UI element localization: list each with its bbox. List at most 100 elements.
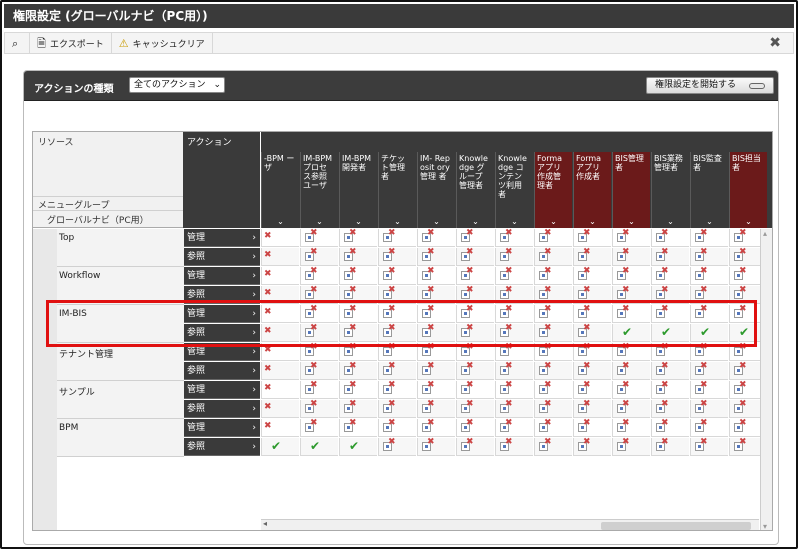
- permission-cell[interactable]: ✖: [573, 266, 611, 285]
- permission-cell[interactable]: ✖: [651, 228, 689, 247]
- permission-cell[interactable]: ✖: [339, 247, 377, 266]
- permission-cell[interactable]: ✖: [495, 323, 533, 342]
- permission-cell[interactable]: ✖: [300, 361, 338, 380]
- permission-cell[interactable]: ✖: [612, 399, 650, 418]
- permission-cell[interactable]: ✖: [339, 285, 377, 304]
- permission-cell[interactable]: ✖: [573, 399, 611, 418]
- permission-cell[interactable]: ✖: [456, 228, 494, 247]
- chevron-down-icon[interactable]: ⌄: [574, 217, 611, 226]
- permission-cell[interactable]: ✖: [573, 437, 611, 456]
- permission-cell[interactable]: ✖: [261, 229, 299, 247]
- role-column-header[interactable]: チケッ ト管理 者 ⌄: [378, 152, 416, 228]
- permission-cell[interactable]: ✖: [573, 323, 611, 342]
- chevron-down-icon[interactable]: ⌄: [457, 217, 494, 226]
- permission-cell[interactable]: ✖: [339, 304, 377, 323]
- permission-cell[interactable]: ✖: [378, 342, 416, 361]
- permission-cell[interactable]: ✔: [612, 324, 650, 342]
- permission-cell[interactable]: ✖: [573, 228, 611, 247]
- permission-cell[interactable]: ✖: [456, 285, 494, 304]
- permission-cell[interactable]: ✖: [495, 437, 533, 456]
- chevron-down-icon[interactable]: ⌄: [496, 217, 533, 226]
- permission-cell[interactable]: ✖: [456, 304, 494, 323]
- permission-cell[interactable]: ✖: [690, 361, 728, 380]
- search-button[interactable]: ⌕: [5, 33, 31, 53]
- permission-cell[interactable]: ✖: [300, 247, 338, 266]
- permission-cell[interactable]: ✖: [300, 304, 338, 323]
- permission-cell[interactable]: ✖: [612, 437, 650, 456]
- permission-cell[interactable]: ✖: [495, 418, 533, 437]
- permission-cell[interactable]: ✖: [417, 361, 455, 380]
- role-column-header[interactable]: BIS管理 者 ⌄: [612, 152, 650, 228]
- permission-cell[interactable]: ✖: [417, 285, 455, 304]
- permission-cell[interactable]: ✖: [456, 399, 494, 418]
- permission-cell[interactable]: ✖: [573, 361, 611, 380]
- permission-cell[interactable]: ✖: [690, 380, 728, 399]
- permission-cell[interactable]: ✖: [612, 361, 650, 380]
- permission-cell[interactable]: ✖: [300, 266, 338, 285]
- permission-cell[interactable]: ✖: [300, 323, 338, 342]
- permission-cell[interactable]: ✖: [339, 361, 377, 380]
- permission-cell[interactable]: ✖: [612, 228, 650, 247]
- permission-cell[interactable]: ✖: [534, 437, 572, 456]
- permission-cell[interactable]: ✖: [417, 342, 455, 361]
- permission-cell[interactable]: ✔: [690, 324, 728, 342]
- permission-cell[interactable]: ✖: [690, 342, 728, 361]
- permission-cell[interactable]: ✖: [339, 380, 377, 399]
- chevron-down-icon[interactable]: ⌄: [535, 217, 572, 226]
- chevron-down-icon[interactable]: ⌄: [691, 217, 728, 226]
- permission-cell[interactable]: ✖: [690, 437, 728, 456]
- role-column-header[interactable]: Forma アプリ 作成管 理者 ⌄: [534, 152, 572, 228]
- permission-cell[interactable]: ✖: [534, 247, 572, 266]
- scroll-up-icon[interactable]: ▴: [763, 229, 767, 238]
- permission-cell[interactable]: ✖: [456, 418, 494, 437]
- permission-cell[interactable]: ✖: [261, 362, 299, 380]
- permission-cell[interactable]: ✖: [495, 266, 533, 285]
- permission-cell[interactable]: ✖: [612, 285, 650, 304]
- permission-cell[interactable]: ✖: [456, 323, 494, 342]
- permission-cell[interactable]: ✖: [261, 381, 299, 399]
- permission-cell[interactable]: ✖: [300, 228, 338, 247]
- permission-cell[interactable]: ✖: [417, 380, 455, 399]
- permission-cell[interactable]: ✖: [495, 361, 533, 380]
- action-row-button[interactable]: 参照 ›: [184, 362, 260, 380]
- role-column-header[interactable]: -BPM ーザ ⌄: [261, 152, 299, 228]
- permission-cell[interactable]: ✖: [300, 342, 338, 361]
- role-column-header[interactable]: BIS業務 管理者 ⌄: [651, 152, 689, 228]
- permission-cell[interactable]: ✔: [261, 438, 299, 456]
- permission-cell[interactable]: ✖: [417, 228, 455, 247]
- export-button[interactable]: 🗎 エクスポート: [30, 33, 112, 53]
- action-row-button[interactable]: 管理 ›: [184, 381, 260, 399]
- permission-cell[interactable]: ✖: [690, 399, 728, 418]
- horizontal-scrollbar[interactable]: ◂: [261, 519, 759, 530]
- permission-cell[interactable]: ✖: [534, 266, 572, 285]
- close-icon[interactable]: ✖: [769, 35, 781, 51]
- scroll-thumb[interactable]: [601, 522, 751, 530]
- action-row-button[interactable]: 管理 ›: [184, 267, 260, 285]
- permission-cell[interactable]: ✖: [261, 305, 299, 323]
- permission-cell[interactable]: ✖: [495, 228, 533, 247]
- permission-cell[interactable]: ✖: [417, 399, 455, 418]
- permission-cell[interactable]: ✖: [612, 304, 650, 323]
- action-row-button[interactable]: 管理 ›: [184, 343, 260, 361]
- permission-cell[interactable]: ✖: [534, 323, 572, 342]
- role-column-header[interactable]: Forma アプリ 作成者 ⌄: [573, 152, 611, 228]
- permission-cell[interactable]: ✖: [261, 419, 299, 437]
- permission-cell[interactable]: ✖: [573, 285, 611, 304]
- permission-cell[interactable]: ✖: [612, 418, 650, 437]
- permission-cell[interactable]: ✖: [651, 285, 689, 304]
- permission-cell[interactable]: ✖: [339, 228, 377, 247]
- permission-cell[interactable]: ✖: [300, 399, 338, 418]
- permission-cell[interactable]: ✖: [378, 228, 416, 247]
- permission-cell[interactable]: ✖: [690, 285, 728, 304]
- role-column-header[interactable]: BIS担当 者 ⌄: [729, 152, 767, 228]
- permission-cell[interactable]: ✖: [651, 342, 689, 361]
- start-permission-setting-button[interactable]: 権限設定を開始する: [646, 77, 774, 94]
- permission-cell[interactable]: ✖: [651, 247, 689, 266]
- permission-cell[interactable]: ✖: [495, 399, 533, 418]
- permission-cell[interactable]: ✖: [417, 247, 455, 266]
- permission-cell[interactable]: ✖: [534, 228, 572, 247]
- permission-cell[interactable]: ✖: [261, 343, 299, 361]
- scroll-left-icon[interactable]: ◂: [263, 519, 267, 528]
- permission-cell[interactable]: ✖: [495, 247, 533, 266]
- chevron-down-icon[interactable]: ⌄: [340, 217, 377, 226]
